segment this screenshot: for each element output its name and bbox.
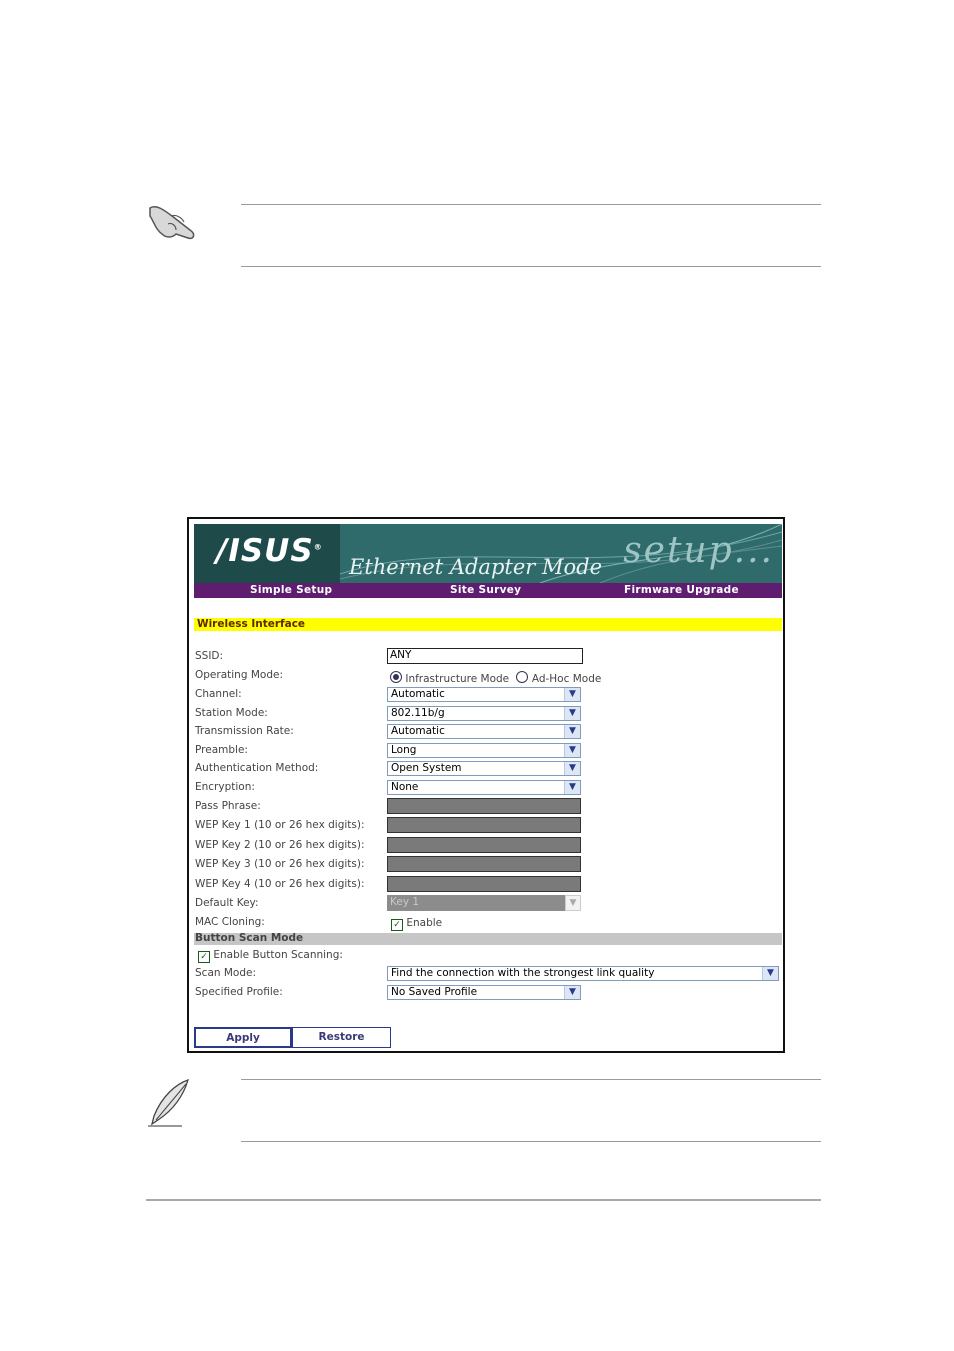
banner: /ISUS® Ethernet Adapter Mode setup... xyxy=(194,524,782,583)
chevron-down-icon: ▼ xyxy=(564,762,580,775)
scan-mode-select[interactable]: Find the connection with the strongest l… xyxy=(387,966,779,981)
chevron-down-icon: ▼ xyxy=(564,707,580,720)
preamble-select[interactable]: Long ▼ xyxy=(387,743,581,758)
banner-title: Ethernet Adapter Mode xyxy=(349,555,602,579)
wep-key-1-label: WEP Key 1 (10 or 26 hex digits): xyxy=(195,819,365,831)
note-top-rule-1 xyxy=(241,204,821,205)
router-setup-screenshot: /ISUS® Ethernet Adapter Mode setup... Si… xyxy=(187,517,785,1053)
wep-key-4-input xyxy=(387,876,581,892)
footer-rule xyxy=(146,1199,821,1201)
section-wireless-interface: Wireless Interface xyxy=(194,618,782,631)
mac-cloning-group: ✓ Enable xyxy=(391,917,443,931)
specified-profile-select[interactable]: No Saved Profile ▼ xyxy=(387,985,581,1000)
operating-mode-label: Operating Mode: xyxy=(195,669,283,681)
mac-cloning-checkbox[interactable]: ✓ xyxy=(391,919,403,931)
ssid-label: SSID: xyxy=(195,650,224,662)
chevron-down-icon: ▼ xyxy=(564,781,580,794)
logo-box: /ISUS® xyxy=(194,524,340,583)
nav-simple-setup[interactable]: Simple Setup xyxy=(250,584,332,596)
mac-cloning-label: MAC Cloning: xyxy=(195,916,265,928)
asus-logo: /ISUS® xyxy=(216,533,323,569)
section-title: Wireless Interface xyxy=(197,618,306,630)
specified-profile-label: Specified Profile: xyxy=(195,986,283,998)
nav-site-survey[interactable]: Site Survey xyxy=(450,584,521,596)
note-bottom-rule-2 xyxy=(241,1141,821,1142)
auth-method-label: Authentication Method: xyxy=(195,762,319,774)
encryption-label: Encryption: xyxy=(195,781,255,793)
default-key-label: Default Key: xyxy=(195,897,259,909)
restore-button[interactable]: Restore xyxy=(292,1027,391,1048)
channel-select[interactable]: Automatic ▼ xyxy=(387,687,581,702)
adhoc-label: Ad-Hoc Mode xyxy=(531,673,602,685)
nav-bar: Simple Setup Site Survey Firmware Upgrad… xyxy=(194,583,782,598)
mac-cloning-enable-label: Enable xyxy=(406,917,443,929)
chevron-down-icon: ▼ xyxy=(564,688,580,701)
wep-key-3-label: WEP Key 3 (10 or 26 hex digits): xyxy=(195,858,365,870)
preamble-label: Preamble: xyxy=(195,744,248,756)
auth-method-select[interactable]: Open System ▼ xyxy=(387,761,581,776)
wep-key-1-input xyxy=(387,817,581,833)
station-mode-label: Station Mode: xyxy=(195,707,268,719)
apply-button[interactable]: Apply xyxy=(194,1027,292,1048)
station-mode-select[interactable]: 802.11b/g ▼ xyxy=(387,706,581,721)
scan-section-title: Button Scan Mode xyxy=(195,932,304,944)
banner-setup-text: setup... xyxy=(623,530,774,571)
note-bottom-rule-1 xyxy=(241,1079,821,1080)
enable-button-scanning-group: ✓ Enable Button Scanning: xyxy=(198,949,343,963)
wep-key-4-label: WEP Key 4 (10 or 26 hex digits): xyxy=(195,878,365,890)
feather-note-icon xyxy=(146,1076,194,1128)
channel-label: Channel: xyxy=(195,688,242,700)
pass-phrase-label: Pass Phrase: xyxy=(195,800,261,812)
infrastructure-radio[interactable] xyxy=(390,671,402,683)
encryption-select[interactable]: None ▼ xyxy=(387,780,581,795)
infrastructure-label: Infrastructure Mode xyxy=(405,673,510,685)
chevron-down-icon: ▼ xyxy=(565,895,581,911)
enable-button-scanning-checkbox[interactable]: ✓ xyxy=(198,951,210,963)
wep-key-2-label: WEP Key 2 (10 or 26 hex digits): xyxy=(195,839,365,851)
note-top-rule-2 xyxy=(241,266,821,267)
chevron-down-icon: ▼ xyxy=(564,744,580,757)
enable-button-scanning-label: Enable Button Scanning: xyxy=(213,949,343,961)
transmission-rate-label: Transmission Rate: xyxy=(195,725,294,737)
chevron-down-icon: ▼ xyxy=(564,725,580,738)
wep-key-2-input xyxy=(387,837,581,853)
hand-note-icon xyxy=(146,200,200,244)
ssid-input[interactable]: ANY xyxy=(387,648,583,664)
adhoc-radio[interactable] xyxy=(516,671,529,683)
transmission-rate-select[interactable]: Automatic ▼ xyxy=(387,724,581,739)
operating-mode-group: Infrastructure Mode Ad-Hoc Mode xyxy=(390,670,601,685)
default-key-select: Key 1 ▼ xyxy=(387,895,581,911)
nav-firmware-upgrade[interactable]: Firmware Upgrade xyxy=(624,584,739,596)
pass-phrase-input xyxy=(387,798,581,814)
section-button-scan-mode: Button Scan Mode xyxy=(194,932,782,945)
wep-key-3-input xyxy=(387,856,581,872)
chevron-down-icon: ▼ xyxy=(564,986,580,999)
chevron-down-icon: ▼ xyxy=(762,967,778,980)
scan-mode-label: Scan Mode: xyxy=(195,967,257,979)
